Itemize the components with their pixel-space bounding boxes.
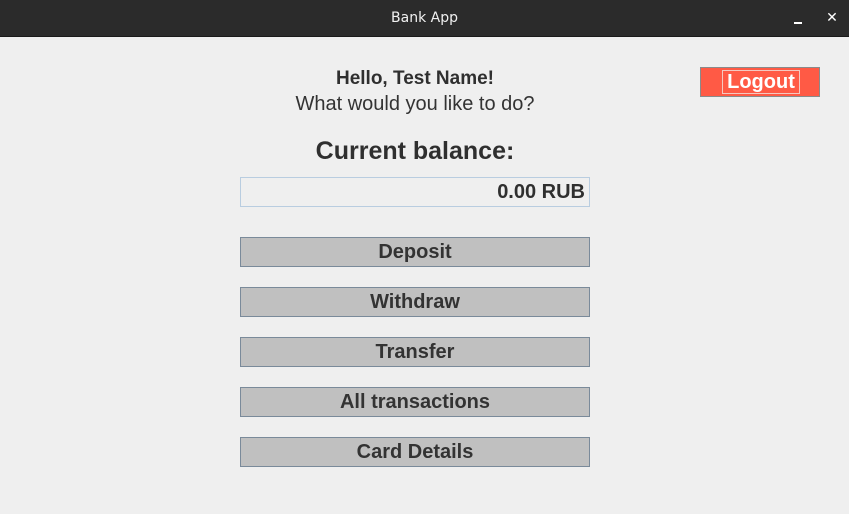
deposit-button[interactable]: Deposit [240,237,590,267]
window-title: Bank App [391,10,458,26]
transfer-button[interactable]: Transfer [240,337,590,367]
logout-button[interactable]: Logout [700,67,820,97]
window-titlebar: Bank App ✕ [0,0,849,37]
close-icon[interactable]: ✕ [822,8,842,28]
logout-label: Logout [722,70,800,94]
minimize-icon[interactable] [788,8,808,28]
balance-field: 0.00 RUB [240,177,590,207]
withdraw-button[interactable]: Withdraw [240,287,590,317]
greeting-text: Hello, Test Name! [335,68,495,89]
card-details-button[interactable]: Card Details [240,437,590,467]
balance-label: Current balance: [315,137,515,165]
main-content: Hello, Test Name! What would you like to… [0,37,849,514]
prompt-text: What would you like to do? [295,93,535,115]
all-transactions-button[interactable]: All transactions [240,387,590,417]
